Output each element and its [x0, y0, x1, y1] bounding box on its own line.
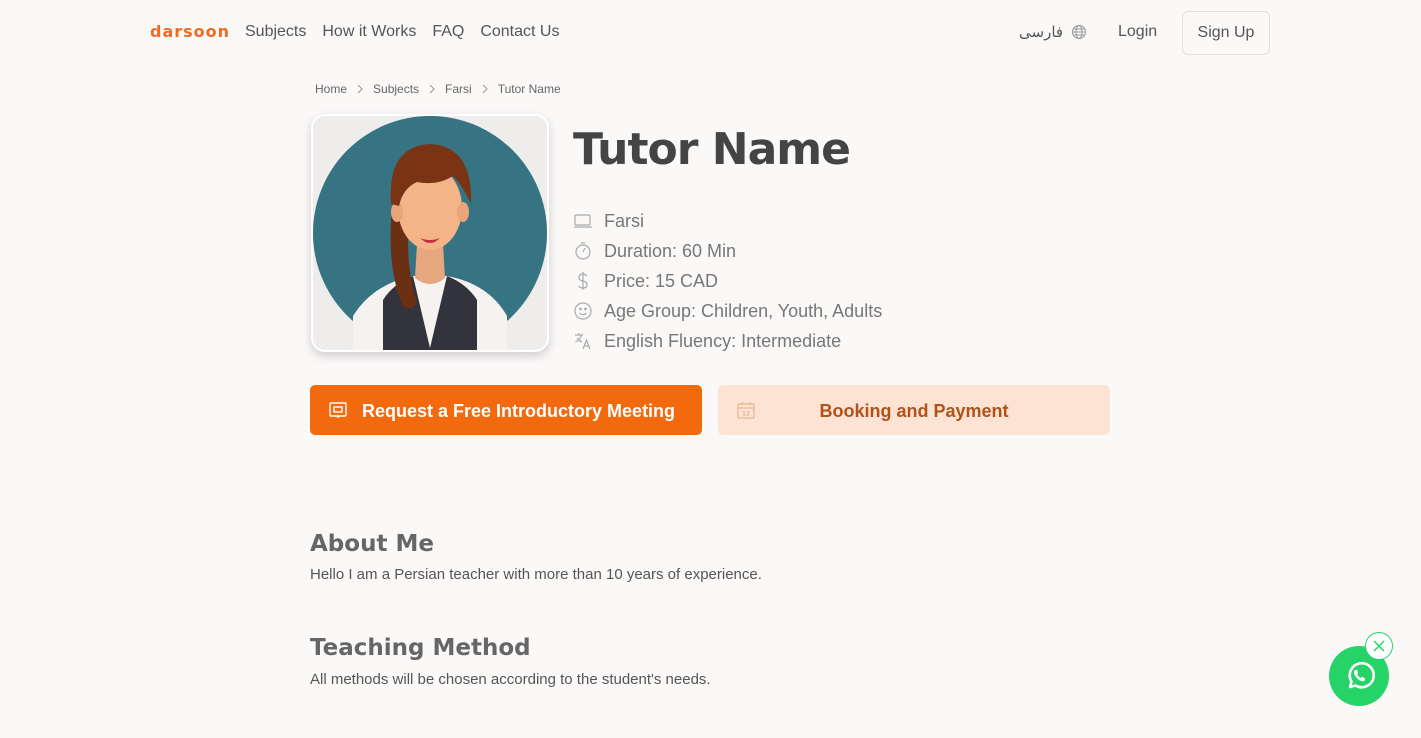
chevron-right-icon — [357, 84, 363, 94]
presentation-icon — [329, 402, 347, 418]
tutor-photo — [311, 114, 549, 352]
breadcrumb-home[interactable]: Home — [315, 82, 347, 96]
tutor-avatar-illustration — [313, 116, 547, 350]
globe-icon — [1072, 25, 1087, 39]
tutor-details: Farsi Duration: 60 Min Price: 15 CAD Age… — [573, 206, 882, 356]
laptop-icon — [574, 214, 592, 228]
nav-link-faq[interactable]: FAQ — [432, 23, 464, 41]
teaching-method-text: All methods will be chosen according to … — [310, 671, 711, 688]
breadcrumb-farsi[interactable]: Farsi — [445, 82, 472, 96]
smiley-icon — [574, 302, 592, 320]
breadcrumb-subjects[interactable]: Subjects — [373, 82, 419, 96]
chevron-right-icon — [482, 84, 488, 94]
signup-button[interactable]: Sign Up — [1182, 11, 1270, 55]
detail-duration: Duration: 60 Min — [573, 236, 882, 266]
detail-subject: Farsi — [573, 206, 882, 236]
booking-payment-button[interactable]: 12 Booking and Payment — [718, 385, 1110, 435]
detail-price: Price: 15 CAD — [573, 266, 882, 296]
whatsapp-close-button[interactable] — [1365, 632, 1393, 660]
close-icon — [1373, 640, 1385, 652]
chevron-right-icon — [429, 84, 435, 94]
language-switcher[interactable]: فارسی — [1019, 23, 1087, 41]
detail-age-group: Age Group: Children, Youth, Adults — [573, 296, 882, 326]
request-meeting-label: Request a Free Introductory Meeting — [362, 401, 676, 421]
about-me-text: Hello I am a Persian teacher with more t… — [310, 566, 762, 583]
nav-link-contact-us[interactable]: Contact Us — [480, 23, 559, 41]
detail-english-fluency: English Fluency: Intermediate — [573, 326, 882, 356]
translate-icon — [575, 333, 591, 350]
teaching-method-heading: Teaching Method — [310, 635, 531, 661]
tutor-name: Tutor Name — [573, 124, 851, 175]
top-navbar: darsoon Subjects How it Works FAQ Contac… — [0, 0, 1421, 66]
booking-payment-label: Booking and Payment — [819, 401, 1009, 421]
login-link[interactable]: Login — [1118, 23, 1157, 41]
nav-link-subjects[interactable]: Subjects — [245, 23, 306, 41]
stopwatch-icon — [575, 242, 591, 260]
about-me-heading: About Me — [310, 531, 434, 557]
breadcrumb: Home Subjects Farsi Tutor Name — [315, 82, 561, 96]
nav-link-how-it-works[interactable]: How it Works — [322, 23, 416, 41]
darsoon-logo[interactable]: darsoon — [150, 22, 230, 41]
dollar-icon — [578, 272, 588, 290]
whatsapp-icon — [1348, 661, 1376, 689]
nav-links: Subjects How it Works FAQ Contact Us — [245, 23, 559, 41]
language-label: فارسی — [1019, 24, 1064, 41]
breadcrumb-current: Tutor Name — [497, 82, 561, 96]
request-meeting-button[interactable]: Request a Free Introductory Meeting — [310, 385, 702, 435]
